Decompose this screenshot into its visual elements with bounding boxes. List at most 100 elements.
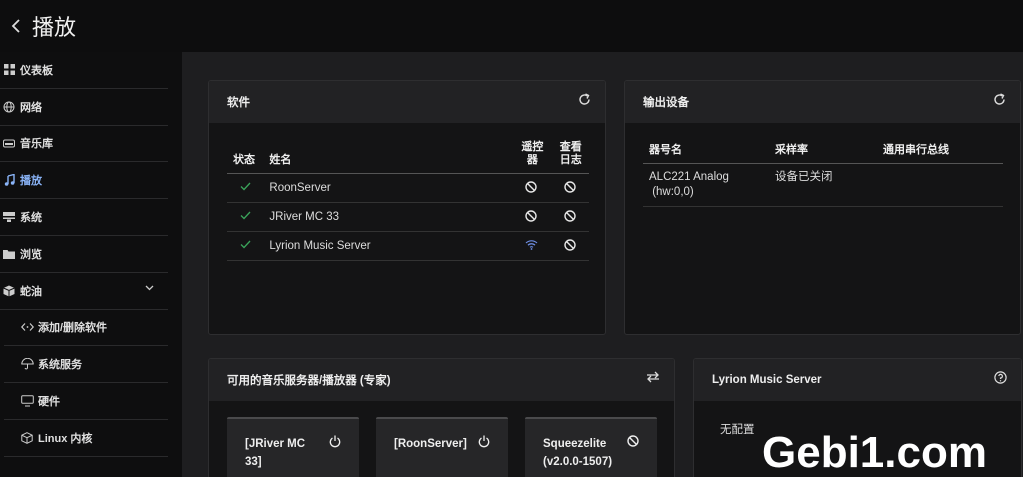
remote-cell[interactable] — [512, 173, 551, 203]
software-card-title: 软件 — [227, 97, 250, 109]
usb-cell — [877, 163, 1003, 207]
sidebar-item-label: 硬件 — [38, 396, 60, 409]
sidebar-item-label: 仪表板 — [20, 64, 53, 77]
output-table: 器号名 采样率 通用串行总线 ALC221 Analog (hw:0,0) 设备… — [643, 141, 1003, 207]
sidebar-item-music-library[interactable]: 音乐库 — [0, 126, 168, 163]
wifi-icon — [525, 239, 538, 250]
sidebar-item-label: 添加/删除软件 — [38, 322, 108, 335]
software-name: JRiver MC 33 — [263, 202, 513, 232]
monitor-icon — [16, 395, 38, 407]
sidebar-item-browse[interactable]: 浏览 — [0, 236, 168, 273]
remote-cell[interactable] — [512, 202, 551, 232]
table-row: Lyrion Music Server — [227, 231, 589, 261]
header-remote-line2: 器 — [526, 154, 538, 166]
column-header-remote: 遥控器 — [512, 141, 551, 174]
sidebar-item-snake-oil[interactable]: 蛇油 — [0, 273, 168, 310]
output-devices-card: 输出设备 器号名 采样率 通用串行总线 ALC221 Analog (hw:0,… — [624, 80, 1021, 335]
sidebar-item-label: 蛇油 — [20, 285, 42, 298]
server-tile-roon[interactable]: [RoonServer] — [376, 417, 508, 477]
disabled-icon[interactable] — [627, 435, 639, 447]
tile-label-line2: 33] — [245, 456, 262, 468]
header-remote-line1: 遥控 — [521, 141, 544, 153]
header-log-line2: 日志 — [559, 154, 582, 166]
device-name: ALC221 Analog — [649, 171, 729, 183]
check-icon — [240, 211, 251, 220]
output-card-title: 输出设备 — [643, 97, 689, 109]
sidebar: 仪表板 网络 音乐库 播放 系统 浏览 蛇油 添加/删除软件 系统服务 硬件 L… — [0, 52, 182, 477]
column-header-sample-rate: 采样率 — [769, 141, 877, 164]
sidebar-item-playback[interactable]: 播放 — [0, 162, 168, 200]
folder-icon — [0, 249, 20, 259]
table-row: ALC221 Analog (hw:0,0) 设备已关闭 — [643, 163, 1003, 207]
sidebar-item-label: 播放 — [20, 175, 42, 188]
main-content: 软件 状态 姓名 遥控器 查看 日志 RoonServer JRiver MC 3… — [182, 52, 1023, 477]
dashboard-grid-icon — [0, 64, 20, 76]
servers-card-header: 可用的音乐服务器/播放器 (专家) — [209, 359, 674, 401]
header-log-line1: 查看 — [559, 141, 582, 153]
swap-icon[interactable] — [646, 371, 660, 383]
sidebar-item-add-remove-software[interactable]: 添加/删除软件 — [4, 310, 168, 347]
remote-cell[interactable] — [512, 231, 551, 261]
top-bar: 播放 — [0, 0, 1023, 52]
sidebar-item-system-services[interactable]: 系统服务 — [4, 346, 168, 384]
cube-icon — [16, 432, 38, 444]
column-header-name: 姓名 — [263, 141, 513, 174]
sidebar-item-hardware[interactable]: 硬件 — [4, 383, 168, 420]
power-icon[interactable] — [329, 435, 341, 448]
sidebar-item-label: 系统 — [20, 212, 42, 225]
power-icon[interactable] — [478, 435, 490, 448]
chevron-down-icon[interactable] — [145, 285, 154, 291]
sidebar-item-linux-kernel[interactable]: Linux 内核 — [4, 420, 168, 457]
device-cell: ALC221 Analog (hw:0,0) — [643, 163, 769, 207]
device-hw-id: (hw:0,0) — [652, 186, 694, 198]
sample-rate-cell: 设备已关闭 — [769, 163, 877, 207]
sidebar-item-label: Linux 内核 — [38, 432, 93, 445]
table-header-row: 器号名 采样率 通用串行总线 — [643, 141, 1003, 164]
software-table: 状态 姓名 遥控器 查看 日志 RoonServer JRiver MC 33 L… — [227, 141, 589, 261]
drive-icon — [0, 138, 20, 148]
sidebar-item-dashboard[interactable]: 仪表板 — [0, 52, 168, 89]
software-name: RoonServer — [263, 173, 513, 203]
table-row: RoonServer — [227, 173, 589, 203]
check-icon — [240, 240, 251, 249]
sidebar-item-system[interactable]: 系统 — [0, 199, 168, 236]
server-tile-squeezelite[interactable]: Squeezelite (v2.0.0-1507) — [525, 417, 657, 477]
log-cell[interactable] — [550, 231, 589, 261]
page-title: 播放 — [32, 15, 77, 40]
disabled-icon — [525, 209, 538, 222]
music-note-icon — [0, 174, 20, 187]
table-row: JRiver MC 33 — [227, 202, 589, 232]
software-name: Lyrion Music Server — [263, 231, 513, 261]
software-card-header: 软件 — [209, 81, 605, 123]
code-icon — [16, 322, 38, 332]
sidebar-item-label: 浏览 — [20, 248, 42, 261]
disabled-icon — [564, 180, 576, 193]
globe-icon — [0, 101, 20, 113]
tile-label-line2: (v2.0.0-1507) — [543, 456, 613, 468]
refresh-icon[interactable] — [578, 93, 591, 106]
table-header-row: 状态 姓名 遥控器 查看 日志 — [227, 141, 589, 174]
umbrella-icon — [16, 358, 38, 370]
lyrion-card-header: Lyrion Music Server — [694, 359, 1021, 401]
chevron-left-icon — [11, 19, 20, 33]
sidebar-item-label: 音乐库 — [20, 138, 53, 151]
log-cell[interactable] — [550, 173, 589, 203]
log-cell[interactable] — [550, 202, 589, 232]
box-icon — [0, 285, 20, 297]
server-icon — [0, 212, 20, 223]
server-tile-jriver[interactable]: [JRiver MC 33] — [227, 417, 359, 477]
status-cell — [227, 231, 264, 261]
disabled-icon — [564, 238, 576, 251]
software-card: 软件 状态 姓名 遥控器 查看 日志 RoonServer JRiver MC 3… — [208, 80, 606, 335]
column-header-log: 查看 日志 — [550, 141, 589, 174]
disabled-icon — [564, 209, 576, 222]
sidebar-item-network[interactable]: 网络 — [0, 89, 168, 126]
disabled-icon — [525, 180, 538, 193]
back-button[interactable] — [2, 0, 30, 52]
help-icon[interactable] — [994, 371, 1007, 384]
music-servers-card: 可用的音乐服务器/播放器 (专家) [JRiver MC 33] [RoonSe… — [208, 358, 675, 477]
sidebar-item-label: 系统服务 — [38, 359, 82, 372]
refresh-icon[interactable] — [993, 93, 1006, 106]
tile-label: Squeezelite — [543, 438, 607, 450]
tile-label: [RoonServer] — [394, 438, 467, 450]
